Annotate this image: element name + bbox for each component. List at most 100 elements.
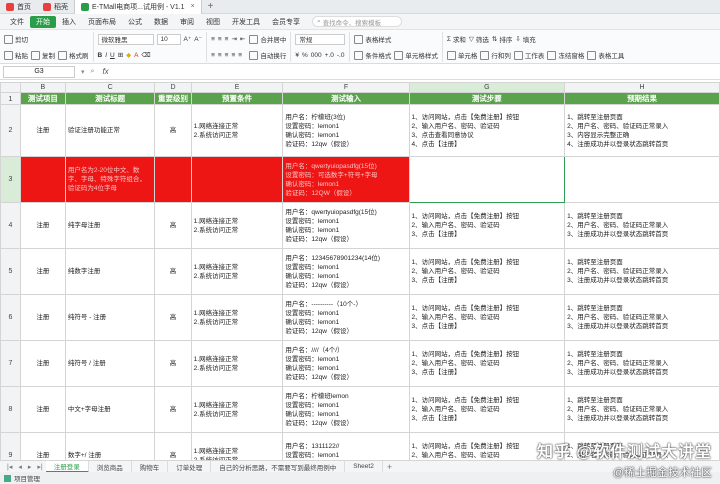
cell-expected-result[interactable]: 1、跳转至注册页面 2、用户名、密码、验证码正常录入 3、注册成功并以登录状态跳转首… — [564, 340, 720, 387]
header-cell-item[interactable]: 测试项目 — [19, 92, 66, 105]
filter-button[interactable]: ▽ 筛选 — [469, 34, 489, 44]
sort-button[interactable]: ⇅ 排序 — [492, 34, 512, 44]
cell-test-item[interactable]: 注册 — [19, 294, 66, 341]
worksheet-button[interactable]: 工作表 — [513, 50, 544, 60]
cell-test-input[interactable]: 用户名：qwertyuiopasdfg(15位) 设置密码：lemon1 确认密码：… — [282, 202, 410, 249]
header-cell-level[interactable]: 重要级别 — [154, 92, 192, 105]
cell-expected-result[interactable]: 1、跳转至注册页面 2、用户名、密码、验证码正常录入 3、注册成功并以登录状态跳转首… — [564, 386, 720, 433]
cell-test-input[interactable]: 用户名：柠檬班lemon 设置密码：lemon1 确认密码：lemon1 验证码：12… — [282, 386, 410, 433]
cell-preconditions[interactable]: 1.网络连接正常 2.系统访问正常 — [190, 104, 284, 157]
tab-document[interactable]: E-TMall电商项...试用例 - V1.1 × — [74, 0, 202, 14]
sheet-tab-sheet2[interactable]: Sheet2 — [345, 460, 383, 473]
cell-test-title[interactable]: 验证注册功能正常 — [64, 104, 156, 157]
sheet-tab-cart[interactable]: 购物车 — [132, 460, 169, 473]
percent-icon[interactable]: % — [302, 52, 308, 59]
format-painter-button[interactable]: 格式刷 — [58, 50, 89, 60]
spreadsheet-grid[interactable]: B C D E F G H 1 测试项目 测试标题 重要级别 预置条件 测试输入… — [0, 82, 720, 460]
next-sheet-icon[interactable]: ▸ — [25, 463, 35, 471]
row-header[interactable]: 8 — [0, 386, 21, 433]
align-right-icon[interactable]: ≡ — [225, 52, 229, 59]
tab-docer[interactable]: 稻壳 — [37, 0, 74, 14]
cell-importance[interactable]: 高 — [154, 202, 192, 249]
font-family-select[interactable]: 微软雅黑 — [97, 33, 154, 45]
row-col-button[interactable]: 行和列 — [480, 50, 511, 60]
cell-test-steps[interactable]: 1、访问网站，点击【免费注册】按钮 2、输入用户名、密码、验证码 3、点击查看同意协… — [408, 104, 566, 157]
cut-button[interactable]: 剪切 — [4, 34, 28, 44]
command-search-input[interactable]: ⌕ 查找命令、搜索模板 — [312, 16, 402, 27]
cell-test-steps[interactable]: 1、访问网站，点击【免费注册】按钮 2、输入用户名、密码、验证码 3、点击【注册】 — [408, 294, 566, 341]
border-icon[interactable]: ⊞ — [118, 51, 123, 59]
menu-view[interactable]: 视图 — [200, 17, 226, 27]
row-header[interactable]: 3 — [0, 156, 21, 203]
menu-insert[interactable]: 插入 — [56, 17, 82, 27]
cell-style-button[interactable]: 单元格样式 — [394, 50, 438, 60]
cell-preconditions[interactable]: 1.网络连接正常 2.系统访问正常 — [190, 432, 284, 460]
tab-home[interactable]: 首页 — [0, 0, 37, 14]
outdent-icon[interactable]: ⇤ — [240, 35, 245, 43]
cell-test-steps[interactable]: 1、访问网站，点击【免费注册】按钮 2、输入用户名、密码、验证码 3、点击【注册】 — [408, 248, 566, 295]
cell-button[interactable]: 单元格 — [446, 50, 477, 60]
menu-start[interactable]: 开始 — [30, 15, 56, 28]
indent-icon[interactable]: ⇥ — [231, 35, 236, 43]
merge-center-button[interactable]: 合并居中 — [249, 34, 286, 44]
last-sheet-icon[interactable]: ▸| — [34, 463, 45, 471]
chevron-down-icon[interactable]: ▾ — [81, 68, 85, 76]
paste-button[interactable]: 粘贴 — [4, 50, 28, 60]
menu-developer[interactable]: 开发工具 — [226, 17, 266, 27]
sheet-tab-analysis[interactable]: 自己的分析思路，不需要写到最终用例中 — [211, 460, 346, 473]
row-header[interactable]: 1 — [0, 92, 21, 105]
header-cell-pre[interactable]: 预置条件 — [190, 92, 284, 105]
select-all-corner[interactable] — [0, 82, 21, 93]
cell-preconditions[interactable]: 1.网络连接正常 2.系统访问正常 — [190, 386, 284, 433]
column-header-d[interactable]: D — [154, 82, 192, 93]
cell-test-input[interactable]: 用户名：1311122//设置密码：lemon1确认密码：lemon1 — [282, 432, 410, 460]
column-header-h[interactable]: H — [564, 82, 720, 93]
cell-preconditions[interactable]: 1.网络连接正常 2.系统访问正常 — [190, 340, 284, 387]
align-center-icon[interactable]: ≡ — [218, 52, 222, 59]
sum-button[interactable]: Σ 求和 — [447, 34, 466, 45]
align-left-icon[interactable]: ≡ — [211, 52, 215, 59]
cell-preconditions[interactable]: 1.网络连接正常 2.系统访问正常 — [190, 294, 284, 341]
row-header[interactable]: 6 — [0, 294, 21, 341]
menu-page-layout[interactable]: 页面布局 — [82, 17, 122, 27]
table-style-button[interactable]: 表格样式 — [354, 34, 391, 44]
column-header-b[interactable]: B — [19, 82, 66, 93]
header-cell-steps[interactable]: 测试步骤 — [408, 92, 566, 105]
cell-importance[interactable]: 高 — [154, 432, 192, 460]
underline-button[interactable]: U — [110, 52, 115, 59]
menu-data[interactable]: 数据 — [148, 17, 174, 27]
bold-button[interactable]: B — [98, 52, 103, 59]
cell-importance[interactable]: 高 — [154, 294, 192, 341]
cell-test-title[interactable]: 纯符号 / 注册 — [64, 340, 156, 387]
cell-test-title[interactable]: 中文+字母注册 — [64, 386, 156, 433]
fill-color-icon[interactable]: ◆ — [126, 51, 131, 59]
justify-icon[interactable]: ≡ — [231, 52, 235, 59]
cell-test-item[interactable] — [19, 156, 66, 203]
sheet-tab-order[interactable]: 订单处理 — [168, 460, 212, 473]
cell-test-item[interactable]: 注册 — [19, 340, 66, 387]
menu-member[interactable]: 会员专享 — [266, 17, 306, 27]
column-header-c[interactable]: C — [64, 82, 156, 93]
cell-test-input[interactable]: 用户名：qwertyuiopasdfg(15位) 设置密码：可选数字+符号+字母确… — [282, 156, 410, 203]
menu-file[interactable]: 文件 — [4, 17, 30, 27]
name-box[interactable]: G3 — [3, 65, 75, 78]
cell-expected-result[interactable]: 1、跳转至注册页面 2、用户名、密码、验证码正常录入 3、注册成功并以登录状态跳转首… — [564, 248, 720, 295]
decimal-increase-icon[interactable]: +.0 — [325, 52, 334, 59]
column-header-e[interactable]: E — [190, 82, 284, 93]
align-bottom-icon[interactable]: ≡ — [225, 36, 229, 43]
menu-review[interactable]: 审阅 — [174, 17, 200, 27]
sheet-tab-browse[interactable]: 浏览商品 — [89, 460, 132, 473]
decrease-font-icon[interactable]: A⁻ — [194, 35, 202, 43]
cell-expected-result[interactable] — [564, 156, 720, 203]
cell-test-input[interactable]: 用户名：柠檬班(3位) 设置密码：lemon1 确认密码：lemon1 验证码：12q… — [282, 104, 410, 157]
eraser-icon[interactable]: ⌫ — [142, 51, 151, 59]
freeze-button[interactable]: 冻结窗格 — [547, 50, 584, 60]
menu-formula[interactable]: 公式 — [122, 17, 148, 27]
cell-preconditions[interactable]: 1.网络连接正常 2.系统访问正常 — [190, 202, 284, 249]
row-header[interactable]: 9 — [0, 432, 21, 460]
new-tab-button[interactable]: + — [202, 1, 220, 12]
number-format-select[interactable]: 常规 — [295, 33, 346, 45]
sheet-tab-register[interactable]: 注册登录 — [45, 460, 89, 473]
cond-format-button[interactable]: 条件格式 — [354, 50, 391, 60]
prev-sheet-icon[interactable]: ◂ — [15, 463, 25, 471]
